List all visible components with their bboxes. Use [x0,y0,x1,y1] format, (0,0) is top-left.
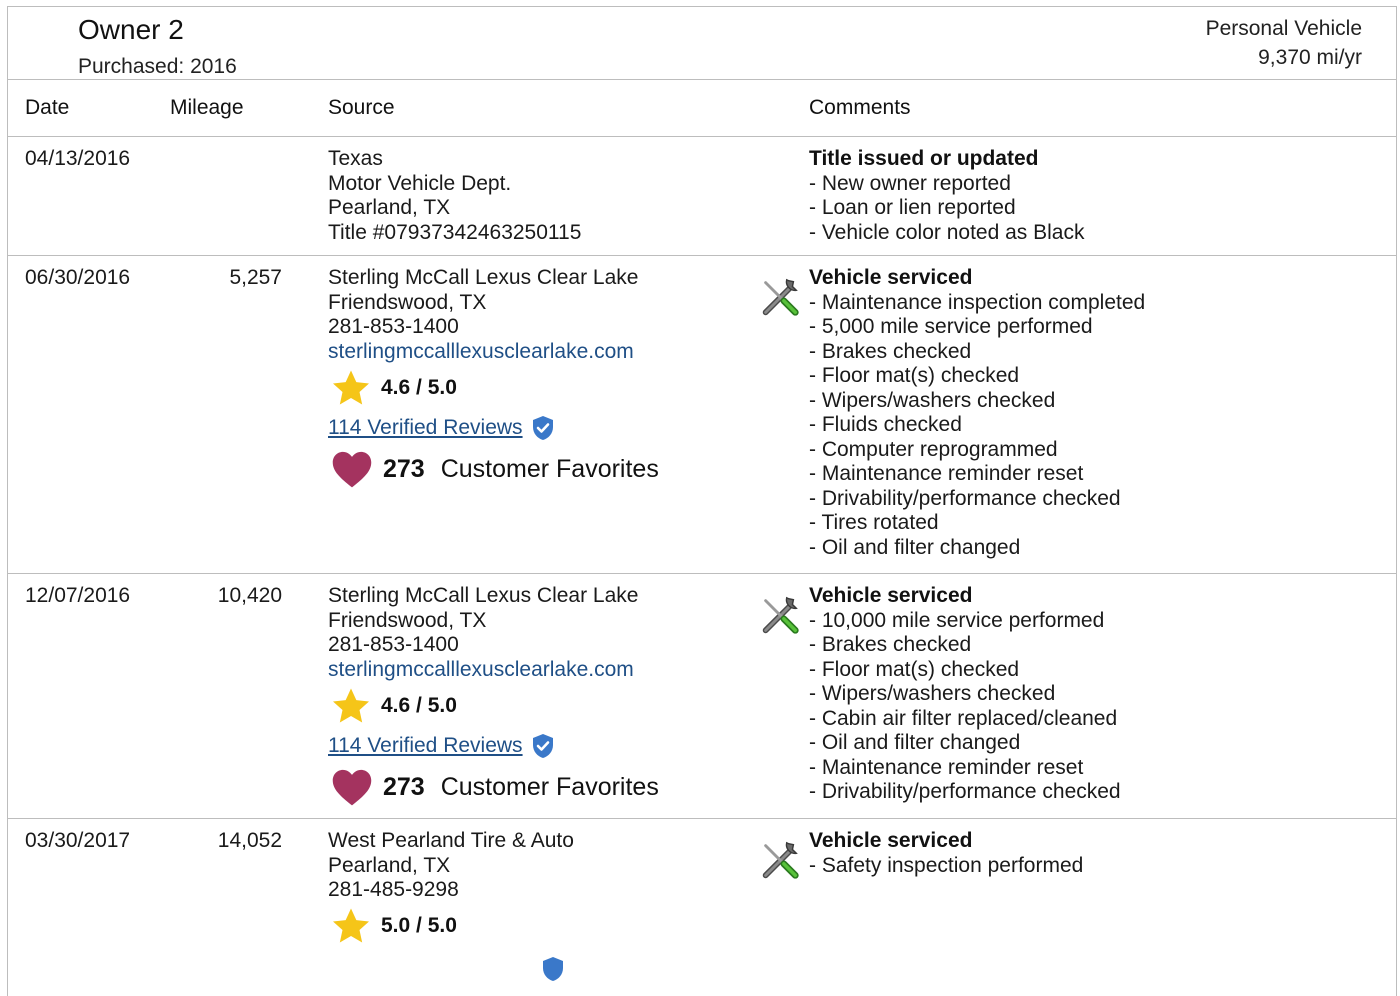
source-line: Title #07937342463250115 [328,220,582,244]
verified-shield-icon [532,734,553,758]
comment-line: - 5,000 mile service performed [809,315,1093,338]
wrench-screwdriver-icon [762,596,799,634]
dealer-website-link[interactable]: sterlingmccalllexusclearlake.com [328,658,638,683]
comment-line: - Brakes checked [809,633,972,656]
row-source: Sterling McCall Lexus Clear Lake Friends… [328,266,638,364]
dealer-rating: 4.6 / 5.0 [331,686,457,726]
source-line: Friendswood, TX [328,608,487,632]
source-line: Sterling McCall Lexus Clear Lake [328,266,639,289]
row-date: 06/30/2016 [25,266,131,289]
row-mileage: 14,052 [217,829,282,852]
source-line: Motor Vehicle Dept. [328,171,512,195]
header-date: Date [25,96,70,119]
comment-line: - Vehicle color noted as Black [809,220,1085,244]
comment-line: - Oil and filter changed [809,731,1021,754]
comment-line: - Floor mat(s) checked [809,657,1020,681]
source-line: West Pearland Tire & Auto [328,829,574,852]
usage-summary: Personal Vehicle 9,370 mi/yr [1206,14,1362,72]
comment-line: - Tires rotated [809,511,939,534]
comment-heading: Vehicle serviced [809,584,973,607]
customer-favorites: 273 Customer Favorites [331,765,659,809]
divider [8,573,1396,574]
verified-reviews-link[interactable]: 114 Verified Reviews [328,734,523,758]
rating-score: 4.6 / 5.0 [381,376,457,399]
source-line: 281-485-9298 [328,878,459,901]
comment-line: - Maintenance reminder reset [809,462,1084,485]
rating-score: 5.0 / 5.0 [381,914,457,937]
row-date: 04/13/2016 [25,147,131,170]
divider [8,818,1396,819]
comment-line: - Maintenance reminder reset [809,755,1084,779]
comment-heading: Title issued or updated [809,147,1039,170]
source-line: 281-853-1400 [328,633,459,656]
comment-line: - Cabin air filter replaced/cleaned [809,706,1118,730]
comment-line: - Wipers/washers checked [809,388,1056,412]
comment-line: - Wipers/washers checked [809,682,1056,705]
source-line: Sterling McCall Lexus Clear Lake [328,584,639,607]
favorites-label: Customer Favorites [440,772,659,801]
heart-icon [332,451,372,488]
favorites-count: 273 [383,772,425,801]
heart-icon [332,769,372,806]
comment-line: - Fluids checked [809,413,962,436]
divider [8,255,1396,256]
row-comments: Vehicle serviced - Safety inspection per… [809,829,1083,878]
customer-favorites: 273 Customer Favorites [331,447,659,491]
comment-line: - New owner reported [809,171,1011,195]
verified-shield-icon [543,957,563,981]
favorites-count: 273 [383,454,425,483]
source-line: Pearland, TX [328,196,451,219]
row-mileage: 5,257 [229,266,282,289]
comment-line: - Computer reprogrammed [809,437,1058,461]
row-mileage: 10,420 [217,584,282,607]
row-source: West Pearland Tire & Auto Pearland, TX 2… [328,829,574,903]
wrench-screwdriver-icon [762,278,799,316]
comment-line: - Floor mat(s) checked [809,364,1020,387]
owner-title: Owner 2 [78,14,184,45]
comment-heading: Vehicle serviced [809,266,973,289]
header-source: Source [328,96,395,119]
comment-line: - 10,000 mile service performed [809,608,1105,632]
row-comments: Vehicle serviced - Maintenance inspectio… [809,266,1145,560]
comment-line: - Brakes checked [809,339,972,363]
purchased-year: Purchased: 2016 [78,55,237,78]
row-comments: Vehicle serviced - 10,000 mile service p… [809,584,1121,805]
star-icon [333,908,369,943]
row-date: 03/30/2017 [25,829,131,852]
usage-miles: 9,370 mi/yr [1258,46,1362,69]
usage-type: Personal Vehicle [1205,17,1362,40]
verified-reviews-link[interactable]: 114 Verified Reviews [328,416,523,440]
source-line: Friendswood, TX [328,290,487,314]
dealer-rating: 5.0 / 5.0 [331,906,457,946]
comment-line: - Drivability/performance checked [809,780,1121,803]
comment-line: - Maintenance inspection completed [809,290,1146,314]
comment-line: - Loan or lien reported [809,196,1016,219]
star-icon [333,688,369,723]
comment-line: - Drivability/performance checked [809,486,1121,510]
comment-line: - Oil and filter changed [809,535,1021,559]
wrench-screwdriver-icon [762,841,799,879]
favorites-label: Customer Favorites [440,454,659,483]
star-icon [333,370,369,405]
dealer-website-link[interactable]: sterlingmccalllexusclearlake.com [328,340,638,365]
row-comments: Title issued or updated - New owner repo… [809,147,1084,245]
source-line: Pearland, TX [328,853,451,877]
source-line: 281-853-1400 [328,315,459,338]
verified-reviews: 114 Verified Reviews [328,413,555,443]
rating-score: 4.6 / 5.0 [381,694,457,717]
source-line: Texas [328,147,383,170]
row-source: Sterling McCall Lexus Clear Lake Friends… [328,584,638,682]
comment-heading: Vehicle serviced [809,829,973,852]
verified-shield-icon [532,416,553,440]
dealer-rating: 4.6 / 5.0 [331,368,457,408]
row-date: 12/07/2016 [25,584,131,607]
verified-reviews: 114 Verified Reviews [328,731,555,761]
header-mileage: Mileage [170,96,244,119]
row-source: Texas Motor Vehicle Dept. Pearland, TX T… [328,147,581,245]
header-comments: Comments [809,96,911,119]
comment-line: - Safety inspection performed [809,853,1084,877]
divider [8,79,1396,80]
divider [8,136,1396,137]
